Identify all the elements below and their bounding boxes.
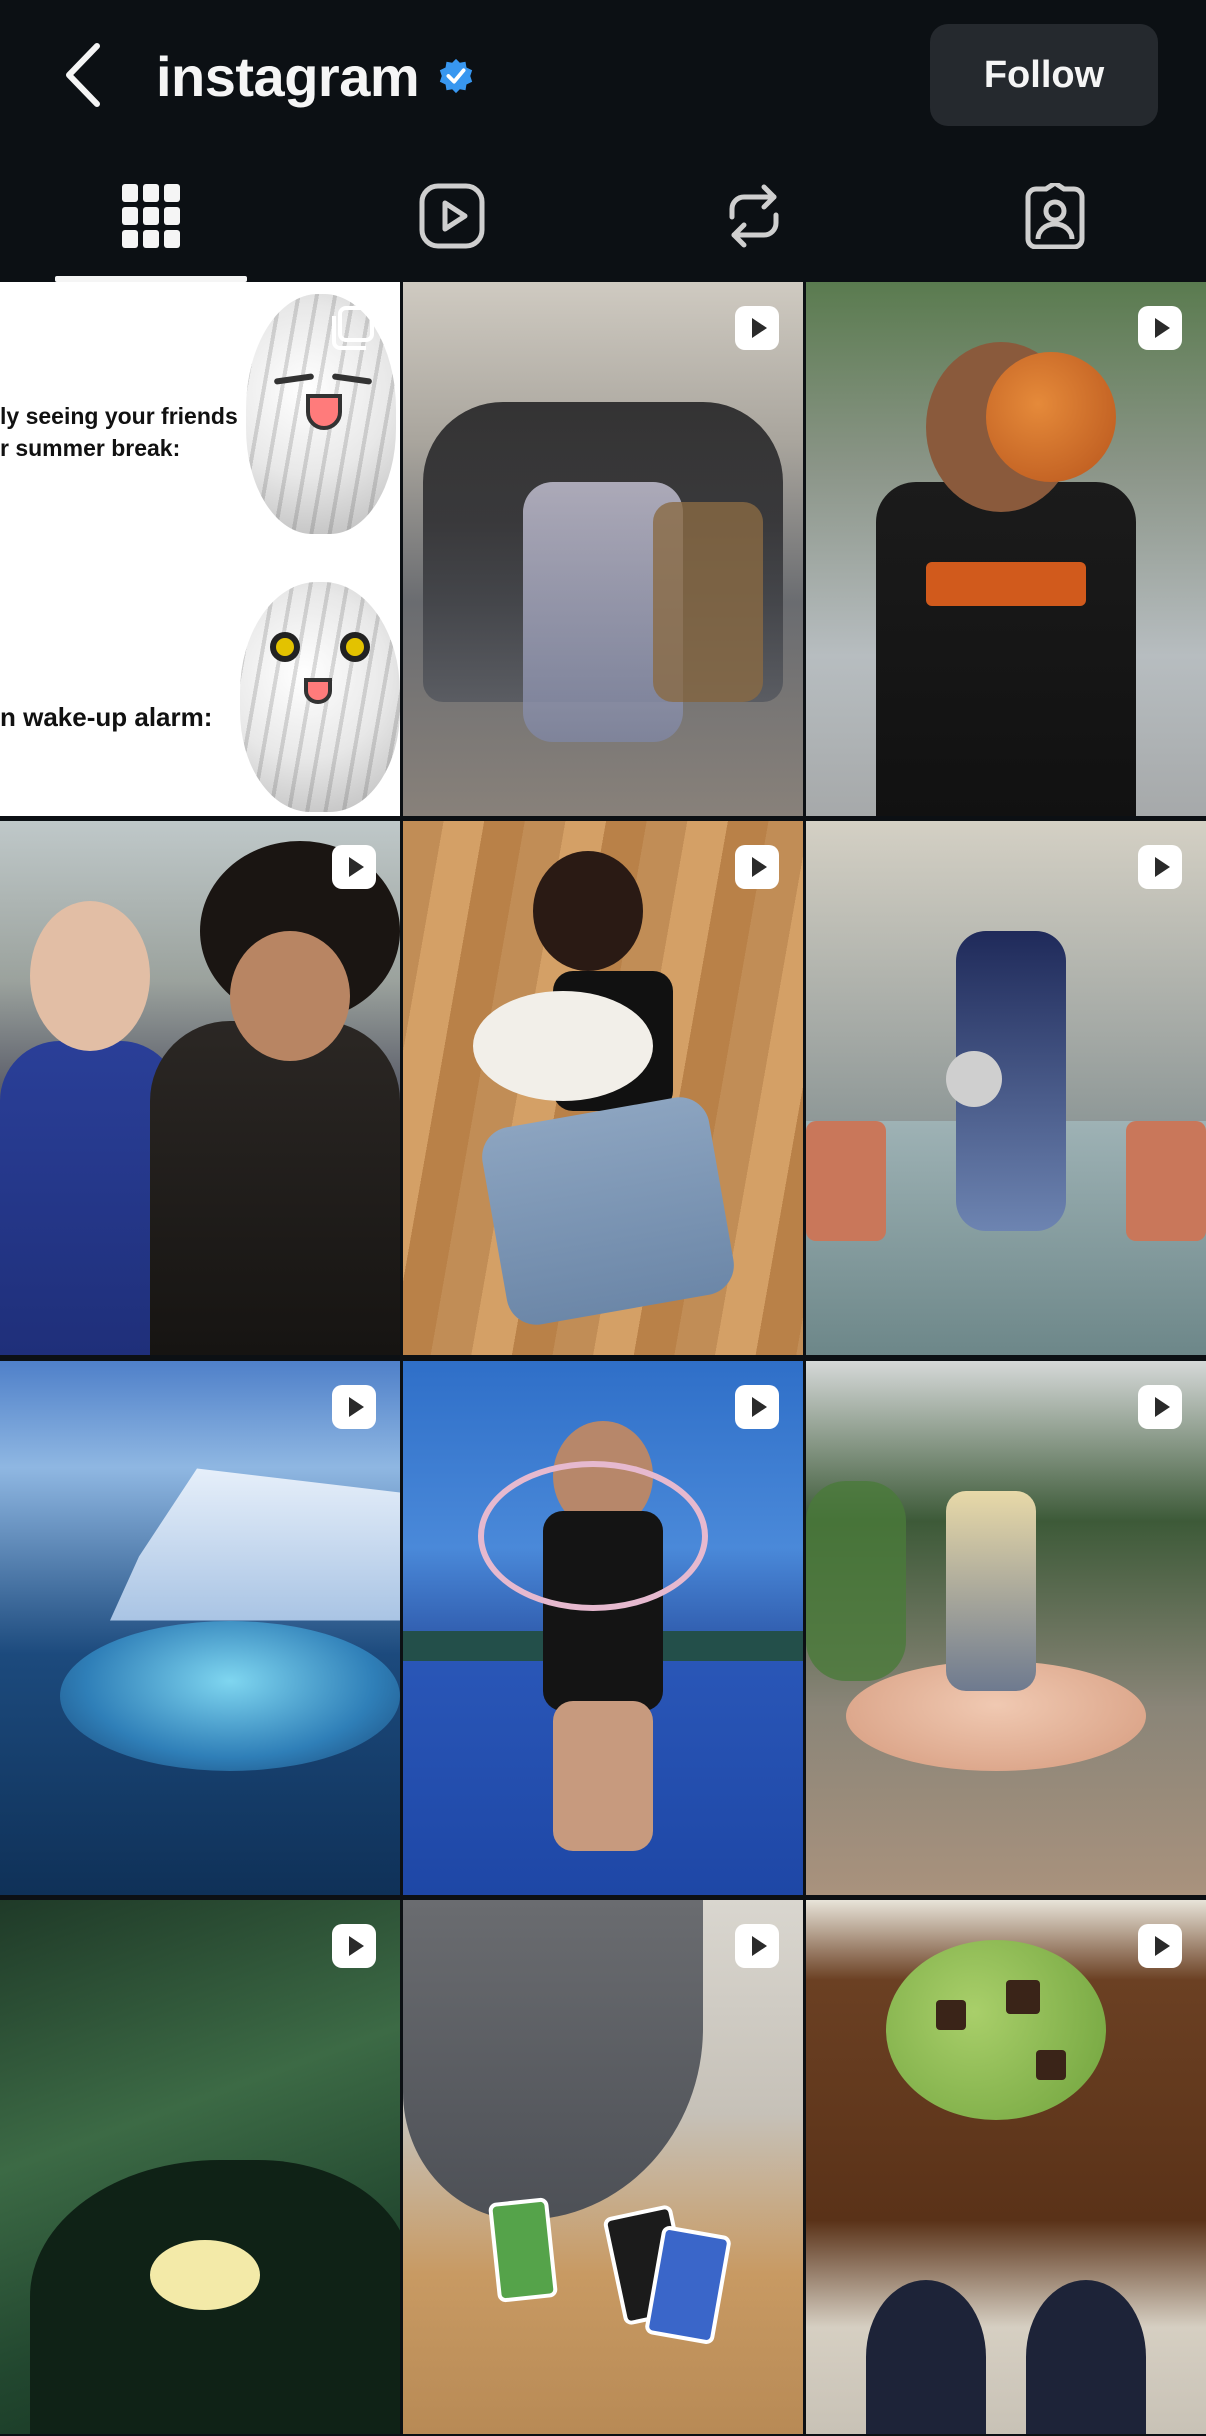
grid-post[interactable] (403, 282, 803, 816)
reel-icon (1138, 1384, 1182, 1429)
grid-post[interactable] (403, 1899, 803, 2434)
profile-title-group: instagram (156, 36, 475, 116)
grid-post[interactable] (403, 821, 803, 1356)
grid-post[interactable] (806, 1899, 1206, 2434)
reel-icon (735, 1384, 779, 1429)
grid-post[interactable] (0, 1899, 400, 2434)
reel-icon (332, 845, 376, 890)
reel-icon (735, 845, 779, 890)
grid-post[interactable] (0, 1360, 400, 1895)
reel-icon (332, 1384, 376, 1429)
reel-icon (1138, 1923, 1182, 1968)
reel-icon (1138, 306, 1182, 350)
reels-icon (419, 183, 485, 249)
chevron-left-icon (66, 43, 100, 107)
meme-caption-bottom: n wake-up alarm: (0, 702, 213, 732)
reel-icon (332, 1923, 376, 1968)
tagged-person-icon (1025, 183, 1085, 249)
tab-reposts[interactable] (603, 150, 905, 282)
carousel-icon (332, 306, 374, 350)
back-button[interactable] (48, 30, 118, 120)
grid-post[interactable] (806, 821, 1206, 1356)
grid-post[interactable]: ly seeing your friends r summer break: n … (0, 282, 400, 816)
reel-icon (1138, 845, 1182, 890)
profile-tabs (0, 150, 1206, 282)
profile-username: instagram (156, 44, 420, 108)
meme-caption-top: ly seeing your friends r summer break: (0, 403, 238, 461)
posts-grid: ly seeing your friends r summer break: n … (0, 282, 1206, 2436)
grid-post[interactable] (806, 282, 1206, 816)
repost-icon (729, 184, 779, 248)
grid-post[interactable] (0, 821, 400, 1356)
grid-post[interactable] (403, 1360, 803, 1895)
profile-header: instagram Follow (0, 0, 1206, 150)
grid-post[interactable] (806, 1360, 1206, 1895)
owl-image (240, 582, 400, 812)
tab-reels[interactable] (302, 150, 604, 282)
grid-icon (121, 184, 180, 248)
verified-badge-icon (437, 57, 475, 95)
reel-icon (735, 1923, 779, 1968)
follow-button[interactable]: Follow (930, 24, 1158, 126)
tab-posts-grid[interactable] (0, 150, 302, 282)
tab-tagged[interactable] (905, 150, 1206, 282)
reel-icon (735, 306, 779, 350)
